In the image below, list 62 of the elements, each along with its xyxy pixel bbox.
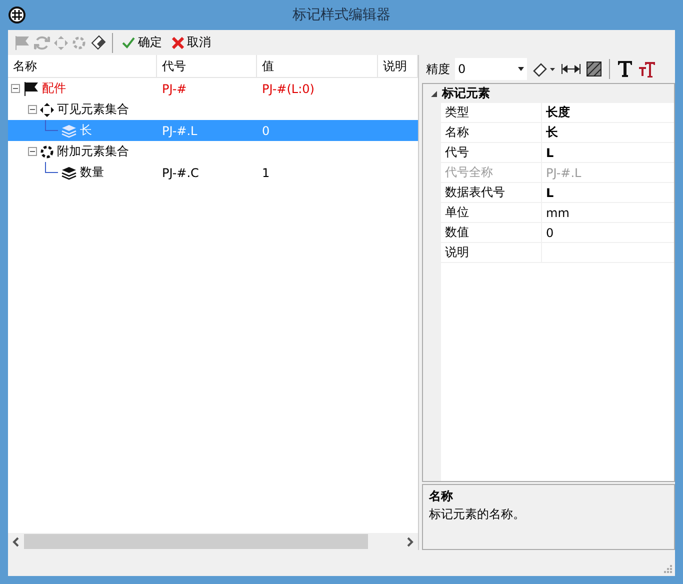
node-label: 配件 [42,80,66,97]
collapse-icon[interactable] [11,84,20,93]
column-header[interactable]: 说明 [378,55,418,77]
node-label: 附加元素集合 [57,143,129,160]
node-label: 数量 [80,164,104,181]
eraser-icon[interactable] [90,34,106,50]
description-text: 标记元素的名称。 [429,506,526,523]
collapse-icon[interactable] [28,105,37,114]
scrollbar-thumb[interactable] [24,534,368,549]
check-icon [122,36,135,48]
scroll-right-icon[interactable] [406,536,414,546]
node-label: 长 [80,122,92,139]
tree-row[interactable]: 配件 PJ-# PJ-#(L:0) [8,78,418,99]
property-name[interactable]: 说明 [441,243,542,262]
text-size-icon[interactable] [638,60,656,78]
tree-row[interactable]: 可见元素集合 [8,99,418,120]
resize-grip-icon [663,564,673,574]
property-name[interactable]: 单位 [441,203,542,222]
tree-row[interactable]: 数量 PJ-#.C 1 [8,162,418,183]
property-value[interactable]: 长度 [542,103,674,122]
property-value[interactable]: mm [542,203,674,222]
value-text: 1 [261,166,271,180]
collapse-icon[interactable] [431,90,437,96]
confirm-button[interactable]: 确定 [119,32,165,52]
layers-icon [61,124,77,138]
property-name[interactable]: 名称 [441,123,542,142]
hatch-icon[interactable] [586,61,602,77]
dropdown-caret-icon [518,67,524,71]
node-label: 可见元素集合 [57,101,129,118]
app-logo-icon [8,6,26,24]
collapse-icon[interactable] [28,147,37,156]
description-title: 名称 [429,488,454,505]
property-value[interactable]: 0 [542,223,674,242]
column-header[interactable]: 名称 [8,55,157,77]
precision-label: 精度 [426,60,450,78]
property-name[interactable]: 类型 [441,103,542,122]
column-header[interactable]: 代号 [157,55,257,77]
close-icon [172,36,184,48]
dotted-ring-icon [40,144,54,158]
property-value[interactable]: 长 [542,123,674,142]
property-value[interactable]: L [542,143,674,162]
layers-icon [61,166,77,180]
code-text: PJ-# [161,82,188,96]
value-text: 0 [261,124,271,138]
category-title: 标记元素 [442,85,490,102]
cancel-button[interactable]: 取消 [169,32,214,52]
column-header[interactable]: 值 [257,55,378,77]
property-name[interactable]: 数据表代号 [441,183,542,202]
diamond-points-icon [40,102,54,116]
code-text: PJ-#.C [161,166,200,180]
flag-icon [23,80,39,96]
scroll-left-icon[interactable] [12,536,20,546]
value-text: PJ-#(L:0) [261,82,316,96]
window-title: 标记样式编辑器 [292,6,392,24]
property-name[interactable]: 代号 [441,143,542,162]
text-style-icon[interactable] [617,60,633,78]
dimension-icon[interactable] [561,63,581,75]
precision-dropdown[interactable]: 0 [455,58,527,80]
property-value[interactable]: L [542,183,674,202]
property-name[interactable]: 数值 [441,223,542,242]
code-text: PJ-#.L [161,124,198,138]
tree-row[interactable]: 附加元素集合 [8,141,418,162]
